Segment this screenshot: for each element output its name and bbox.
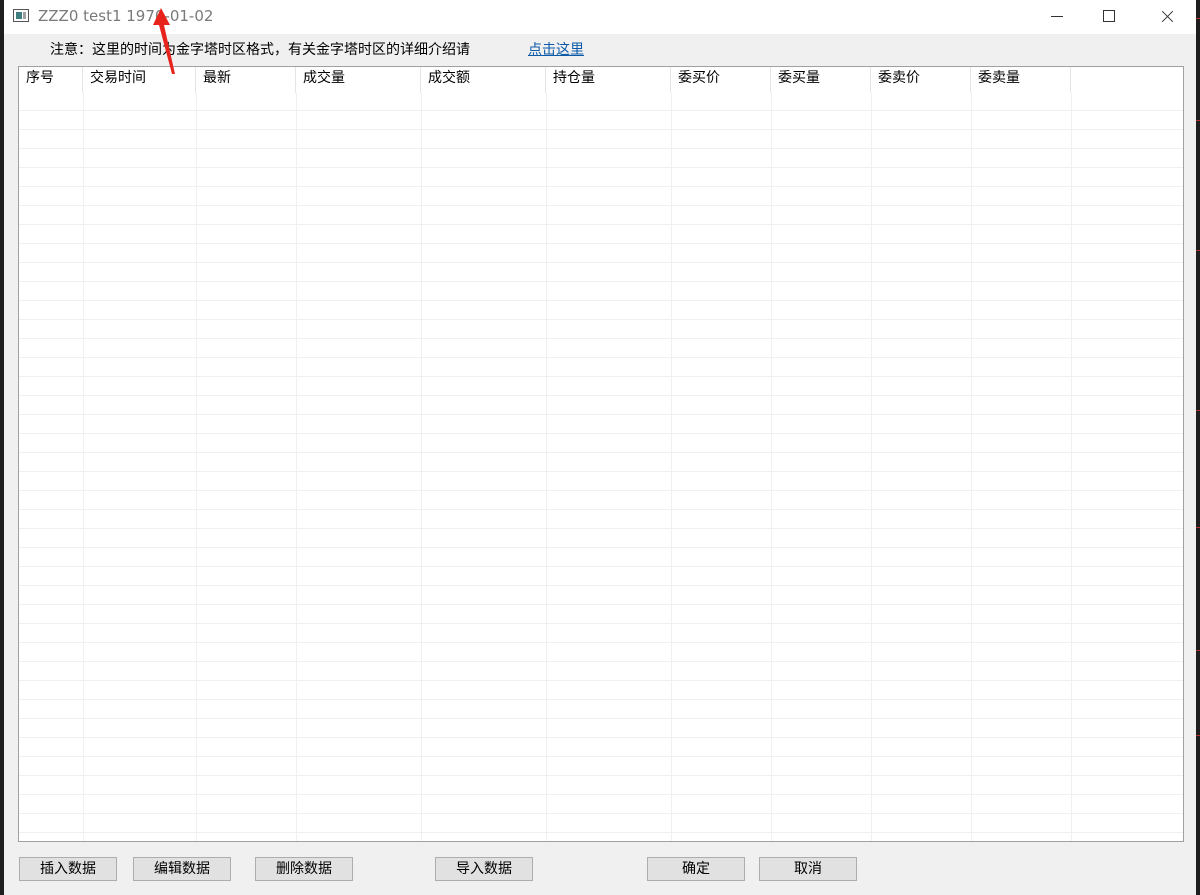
- table-header: 序号 交易时间 最新 成交量 成交额 持仓量 委买价 委买量 委卖价 委卖量: [19, 67, 1183, 93]
- grid-row-line: [19, 376, 1183, 377]
- grid-row-line: [19, 205, 1183, 206]
- app-window-icon: [13, 9, 29, 22]
- column-header-bid-volume[interactable]: 委买量: [771, 67, 871, 93]
- grid-row-line: [19, 395, 1183, 396]
- grid-row-line: [19, 129, 1183, 130]
- grid-row-line: [19, 319, 1183, 320]
- grid-row-line: [19, 471, 1183, 472]
- red-arrow-annotation-icon: [153, 8, 175, 74]
- grid-row-line: [19, 167, 1183, 168]
- column-header-turnover[interactable]: 成交额: [421, 67, 546, 93]
- column-header-ask-price[interactable]: 委卖价: [871, 67, 971, 93]
- tick-data-table[interactable]: 序号 交易时间 最新 成交量 成交额 持仓量 委买价 委买量 委卖价 委卖量: [18, 66, 1184, 842]
- grid-row-line: [19, 357, 1183, 358]
- grid-row-line: [19, 585, 1183, 586]
- import-data-button[interactable]: 导入数据: [435, 857, 533, 881]
- grid-row-line: [19, 794, 1183, 795]
- column-header-volume[interactable]: 成交量: [296, 67, 421, 93]
- grid-row-line: [19, 832, 1183, 833]
- grid-row-line: [19, 262, 1183, 263]
- grid-row-line: [19, 604, 1183, 605]
- insert-data-button[interactable]: 插入数据: [19, 857, 117, 881]
- delete-data-button[interactable]: 删除数据: [255, 857, 353, 881]
- edit-data-button[interactable]: 编辑数据: [133, 857, 231, 881]
- column-header-latest[interactable]: 最新: [196, 67, 296, 93]
- grid-row-line: [19, 623, 1183, 624]
- grid-row-line: [19, 737, 1183, 738]
- grid-row-line: [19, 813, 1183, 814]
- grid-row-line: [19, 300, 1183, 301]
- table-body[interactable]: [19, 93, 1183, 841]
- column-header-ask-volume[interactable]: 委卖量: [971, 67, 1071, 93]
- timezone-notice: 注意：这里的时间为金字塔时区格式，有关金字塔时区的详细介绍请: [50, 42, 470, 58]
- ok-button[interactable]: 确定: [647, 857, 745, 881]
- grid-row-line: [19, 509, 1183, 510]
- minimize-icon[interactable]: [1034, 0, 1080, 32]
- grid-row-line: [19, 661, 1183, 662]
- grid-row-line: [19, 642, 1183, 643]
- grid-row-line: [19, 756, 1183, 757]
- grid-row-line: [19, 566, 1183, 567]
- click-here-link[interactable]: 点击这里: [528, 39, 584, 59]
- grid-row-line: [19, 338, 1183, 339]
- grid-row-line: [19, 433, 1183, 434]
- grid-row-line: [19, 490, 1183, 491]
- grid-row-line: [19, 680, 1183, 681]
- screen-edge-right: [1196, 0, 1200, 895]
- grid-row-line: [19, 528, 1183, 529]
- column-header-index[interactable]: 序号: [19, 67, 83, 93]
- column-header-open-interest[interactable]: 持仓量: [546, 67, 671, 93]
- grid-row-line: [19, 452, 1183, 453]
- column-header-bid-price[interactable]: 委买价: [671, 67, 771, 93]
- data-editor-window: ZZZ0 test1 1970-01-02 注意：这里的时间为金字塔时区格式，有…: [4, 0, 1196, 895]
- grid-row-line: [19, 547, 1183, 548]
- grid-row-line: [19, 224, 1183, 225]
- grid-row-line: [19, 699, 1183, 700]
- close-icon[interactable]: [1144, 0, 1190, 32]
- grid-row-line: [19, 110, 1183, 111]
- grid-row-line: [19, 281, 1183, 282]
- grid-row-line: [19, 148, 1183, 149]
- grid-row-line: [19, 186, 1183, 187]
- grid-row-line: [19, 775, 1183, 776]
- grid-row-line: [19, 414, 1183, 415]
- maximize-icon[interactable]: [1086, 0, 1132, 32]
- cancel-button[interactable]: 取消: [759, 857, 857, 881]
- grid-row-line: [19, 718, 1183, 719]
- grid-row-line: [19, 243, 1183, 244]
